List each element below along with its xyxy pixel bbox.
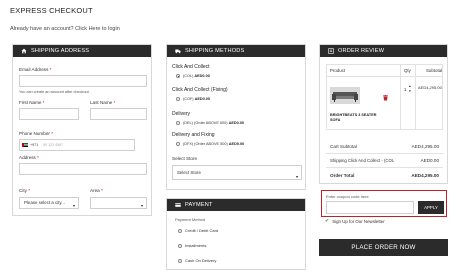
shipping-address-header: SHIPPING ADDRESS [13, 45, 151, 57]
login-prompt-link[interactable]: Already have an account? Click Here to l… [10, 26, 120, 32]
trash-icon[interactable] [383, 88, 388, 101]
coupon-box: Enter coupon code here APPLY [321, 190, 447, 217]
email-label: Email Address * [19, 67, 52, 72]
phone-label: Phone Number * [19, 131, 53, 136]
shipping-methods-title: SHIPPING METHODS [185, 48, 245, 54]
first-name-label: First Name * [19, 100, 45, 105]
method-group-title: Delivery and Fixing [172, 132, 215, 138]
city-label: City * [19, 188, 30, 193]
list-icon [328, 48, 334, 54]
order-total-label: Order Total [330, 173, 355, 178]
address-label: Address * [19, 155, 39, 160]
order-review-panel: ORDER REVIEW Product Qty Subtotal BRIGHT… [319, 44, 448, 184]
email-field[interactable] [19, 75, 147, 87]
newsletter-label: Sign Up for Our Newsletter [332, 218, 385, 224]
page-title: EXPRESS CHECKOUT [10, 6, 93, 15]
uae-flag-icon [22, 143, 28, 147]
shipping-address-panel: SHIPPING ADDRESS Email Address * You can… [12, 44, 152, 216]
radio-click-and-collect[interactable] [176, 74, 180, 78]
store-select[interactable]: Select Store ▾ [172, 165, 302, 180]
shipping-methods-header: SHIPPING METHODS [167, 45, 305, 57]
product-name[interactable]: BRIGHTBEATS 3 SEATER SOFA [330, 113, 378, 123]
qty-value: 1 [404, 87, 407, 92]
method-option-label: (COL) AED0.00 [183, 74, 210, 78]
radio-delivery-and-fixing[interactable] [176, 142, 180, 146]
table-border [400, 64, 401, 129]
first-name-field[interactable] [19, 108, 79, 120]
table-border [326, 129, 443, 130]
radio-cod[interactable] [178, 258, 182, 263]
area-select[interactable]: ▾ [90, 197, 147, 209]
home-icon [21, 48, 27, 54]
col-product-header: Product [330, 68, 346, 73]
qty-up-arrow-icon[interactable]: ▴ [409, 84, 411, 88]
method-group-title: Click And Collect [172, 64, 210, 70]
payment-option-cod[interactable]: Cash On Delivery [175, 255, 303, 266]
col-subtotal-header: Subtotal [426, 68, 443, 73]
product-subtotal: AED4,295.00 [418, 85, 442, 90]
method-group-title: Delivery [172, 111, 191, 117]
payment-option-installments[interactable]: Installments [175, 240, 303, 251]
city-value: Please select a city... [24, 200, 65, 205]
order-review-title: ORDER REVIEW [338, 48, 385, 54]
coupon-label: Enter coupon code here [326, 194, 369, 199]
last-name-field[interactable] [90, 108, 147, 120]
payment-option-card[interactable]: Credit / Debit Card [175, 225, 303, 236]
divider [326, 167, 443, 168]
method-group-title: Click And Collect (Fixing) [172, 87, 228, 93]
qty-down-arrow-icon[interactable]: ▾ [409, 89, 411, 93]
truck-icon [175, 49, 181, 54]
area-label: Area * [90, 188, 103, 193]
chevron-down-icon: ▾ [140, 203, 143, 208]
radio-delivery[interactable] [176, 121, 180, 125]
phone-field[interactable]: +971 50 123 4567 [19, 139, 135, 151]
radio-click-and-collect-fixing[interactable] [176, 97, 180, 101]
chevron-down-icon: ▾ [72, 203, 75, 208]
shipping-label: Shipping Click And Collect - (COL [330, 158, 395, 163]
city-select[interactable]: Please select a city... ▾ [19, 197, 79, 209]
method-option-label: (DEL) (Order ABOVE 500) AED0.00 [183, 121, 245, 125]
payment-method-label: Payment Method [175, 217, 206, 222]
radio-card[interactable] [178, 228, 182, 233]
divider [326, 153, 443, 154]
method-option-label: (COF) AED0.00 [183, 97, 211, 101]
address-field[interactable] [19, 163, 147, 175]
order-total-value: AED4,295.00 [411, 173, 439, 178]
apply-button[interactable]: APPLY [418, 201, 444, 214]
shipping-value: AED0.00 [420, 158, 439, 163]
method-option-label: (DFX) (Order ABOVE 500) AED0.00 [183, 142, 245, 146]
store-label: Select Store [172, 156, 198, 161]
email-note: You can create an account after checkout… [19, 90, 90, 94]
table-border [326, 76, 443, 77]
order-review-header: ORDER REVIEW [320, 45, 447, 57]
phone-placeholder: 50 123 4567 [43, 143, 64, 147]
sofa-image [330, 87, 360, 104]
chevron-down-icon: ▾ [295, 174, 298, 179]
last-name-label: Last Name * [90, 100, 116, 105]
newsletter-checkbox[interactable]: ✔ Sign Up for Our Newsletter [325, 218, 385, 224]
cart-subtotal-label: Cart Subtotal [330, 144, 357, 149]
place-order-button[interactable]: PLACE ORDER NOW [319, 239, 448, 256]
shipping-address-title: SHIPPING ADDRESS [31, 48, 90, 54]
col-qty-header: Qty [404, 68, 411, 73]
phone-code: +971 [30, 143, 39, 147]
table-border [326, 64, 443, 65]
payment-title: PAYMENT [185, 202, 213, 208]
payment-panel: PAYMENT Payment Method Credit / Debit Ca… [166, 198, 306, 270]
cart-subtotal-value: AED4,295.00 [411, 144, 439, 149]
store-value: Select Store [177, 170, 201, 175]
check-icon: ✔ [325, 218, 330, 224]
table-border [442, 64, 443, 129]
coupon-input[interactable] [326, 201, 414, 214]
table-border [415, 64, 416, 129]
qty-stepper[interactable]: 1 ▴ ▾ [402, 84, 412, 95]
shipping-methods-panel: SHIPPING METHODS Click And Collect (COL)… [166, 44, 306, 190]
payment-header: PAYMENT [167, 199, 305, 211]
table-border [326, 64, 327, 129]
radio-installments[interactable] [178, 243, 182, 248]
credit-card-icon [175, 203, 181, 207]
product-thumbnail[interactable] [330, 87, 360, 104]
